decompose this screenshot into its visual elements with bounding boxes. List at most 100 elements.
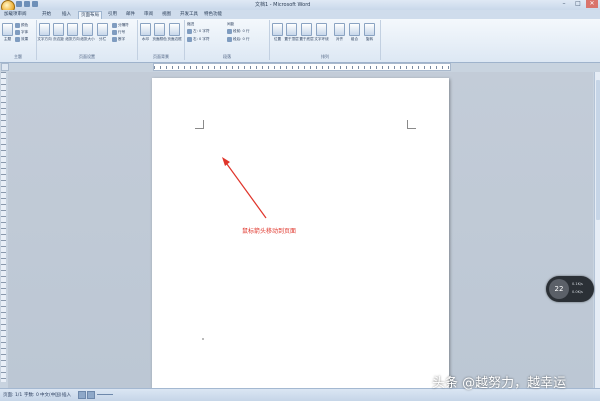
page-size-icon <box>82 23 93 36</box>
tab-view[interactable]: 视图 <box>160 11 173 19</box>
text-wrap-icon <box>316 23 327 36</box>
horizontal-ruler[interactable] <box>153 63 451 71</box>
bring-front-button[interactable]: 置于顶层 <box>284 23 299 42</box>
print-layout-icon[interactable] <box>78 391 86 399</box>
page-mark <box>202 338 204 340</box>
orientation-button[interactable]: 纸张方向 <box>65 23 80 42</box>
orientation-icon <box>67 23 78 36</box>
group-page-background: 水印 页面颜色 页面边框 页面背景 <box>138 20 185 60</box>
line-numbers-button[interactable]: 行号 <box>112 30 125 35</box>
group-label-arrange: 排列 <box>321 54 329 59</box>
position-button[interactable]: 位置 <box>272 23 283 42</box>
page-color-icon <box>154 23 165 36</box>
spacing-before-field[interactable]: 段前: 0 行 <box>227 29 250 34</box>
group-page-setup: 文字方向 页边距 纸张方向 纸张大小 分栏 分隔符 行号 断字 页面设置 <box>37 20 138 60</box>
tab-home[interactable]: 开始 <box>40 11 53 19</box>
red-arrow-annotation <box>222 157 267 219</box>
widget-value: 22 <box>549 279 569 299</box>
tab-developer[interactable]: 开发工具 <box>178 11 200 19</box>
align-button[interactable]: 对齐 <box>334 23 345 42</box>
indent-left-field[interactable]: 左: 0 字符 <box>187 29 210 34</box>
undo-icon[interactable] <box>24 1 30 7</box>
hyphenation-icon <box>112 37 117 42</box>
effects-icon <box>15 37 20 42</box>
themes-icon <box>2 23 13 36</box>
group-label-page-background: 页面背景 <box>153 54 169 59</box>
watermark-icon <box>140 23 151 36</box>
watermark-button[interactable]: 水印 <box>140 23 151 42</box>
status-words[interactable]: 字数: 0 <box>24 392 39 398</box>
vertical-scrollbar[interactable] <box>594 72 600 388</box>
tab-mailings[interactable]: 邮件 <box>124 11 137 19</box>
quick-access-toolbar <box>16 1 38 7</box>
themes-button[interactable]: 主题 <box>2 23 13 42</box>
columns-button[interactable]: 分栏 <box>97 23 108 42</box>
watermark-text: 头条 @越努力，越幸运 <box>432 376 567 391</box>
tab-insert[interactable]: 插入 <box>60 11 73 19</box>
window-controls: – □ ✕ <box>558 0 598 8</box>
group-label-page-setup: 页面设置 <box>79 54 95 59</box>
theme-fonts-button[interactable]: 字体 <box>15 30 28 35</box>
ribbon: 主题 颜色 字体 效果 主题 文字方向 页边距 纸张方向 纸张大小 分栏 分隔符… <box>0 19 600 63</box>
save-icon[interactable] <box>16 1 22 7</box>
margins-icon <box>53 23 64 36</box>
size-button[interactable]: 纸张大小 <box>80 23 95 42</box>
spacing-after-icon <box>227 37 232 42</box>
rotate-icon <box>364 23 375 36</box>
indent-right-icon <box>187 37 192 42</box>
group-themes: 主题 颜色 字体 效果 主题 <box>0 20 37 60</box>
status-page[interactable]: 页面: 1/1 <box>3 392 22 398</box>
line-numbers-icon <box>112 30 117 35</box>
spacing-before-icon <box>227 29 232 34</box>
scrollbar-thumb[interactable] <box>596 80 600 220</box>
text-wrap-button[interactable]: 文字环绕 <box>314 23 329 42</box>
tab-references[interactable]: 引用 <box>106 11 119 19</box>
send-back-button[interactable]: 置于底层 <box>299 23 314 42</box>
indent-label: 缩进 <box>187 22 195 26</box>
bring-front-icon <box>286 23 297 36</box>
group-label-themes: 主题 <box>14 54 22 59</box>
indent-right-field[interactable]: 右: 0 字符 <box>187 37 210 42</box>
status-mode[interactable]: 插入 <box>62 392 71 398</box>
view-buttons <box>78 391 95 399</box>
page-color-button[interactable]: 页面颜色 <box>152 23 167 42</box>
breaks-icon <box>112 23 117 28</box>
spacing-after-field[interactable]: 段后: 0 行 <box>227 37 250 42</box>
tab-features[interactable]: 特色功能 <box>202 11 224 19</box>
status-language[interactable]: 中文(中国) <box>40 392 62 398</box>
group-icon <box>349 23 360 36</box>
reading-layout-icon[interactable] <box>87 391 95 399</box>
margins-button[interactable]: 页边距 <box>53 23 64 42</box>
minimize-button[interactable]: – <box>558 0 570 8</box>
annotation-text: 鼠标箭头移动到页面 <box>242 228 297 235</box>
network-speed-widget[interactable]: 22 0.1K/s 0.0K/s <box>546 276 594 302</box>
window-title: 文档1 - Microsoft Word <box>255 2 311 8</box>
tab-page-layout[interactable]: 页面布局 <box>78 11 102 19</box>
group-paragraph: 缩进 左: 0 字符 右: 0 字符 间距 段前: 0 行 段后: 0 行 段落 <box>185 20 270 60</box>
redo-icon[interactable] <box>32 1 38 7</box>
page-borders-icon <box>169 23 180 36</box>
indent-left-icon <box>187 29 192 34</box>
document-page[interactable]: 鼠标箭头移动到页面 <box>152 78 449 388</box>
theme-colors-button[interactable]: 颜色 <box>15 23 28 28</box>
zoom-slider[interactable] <box>97 394 113 395</box>
group-button[interactable]: 组合 <box>349 23 360 42</box>
hyphenation-button[interactable]: 断字 <box>112 37 125 42</box>
send-back-icon <box>301 23 312 36</box>
text-direction-button[interactable]: 文字方向 <box>37 23 52 42</box>
close-button[interactable]: ✕ <box>586 0 598 8</box>
vertical-ruler[interactable] <box>1 72 6 382</box>
breaks-button[interactable]: 分隔符 <box>112 23 129 28</box>
spacing-label: 间距 <box>227 22 235 26</box>
maximize-button[interactable]: □ <box>572 0 584 8</box>
rotate-button[interactable]: 旋转 <box>364 23 375 42</box>
page-borders-button[interactable]: 页面边框 <box>167 23 182 42</box>
palette-icon <box>15 23 20 28</box>
tab-review[interactable]: 审阅 <box>142 11 155 19</box>
columns-icon <box>97 23 108 36</box>
position-icon <box>272 23 283 36</box>
ruler-toggle[interactable] <box>1 63 9 71</box>
theme-effects-button[interactable]: 效果 <box>15 37 28 42</box>
group-label-paragraph: 段落 <box>223 54 231 59</box>
tab-addins-review[interactable]: 加载项审阅 <box>2 11 29 19</box>
